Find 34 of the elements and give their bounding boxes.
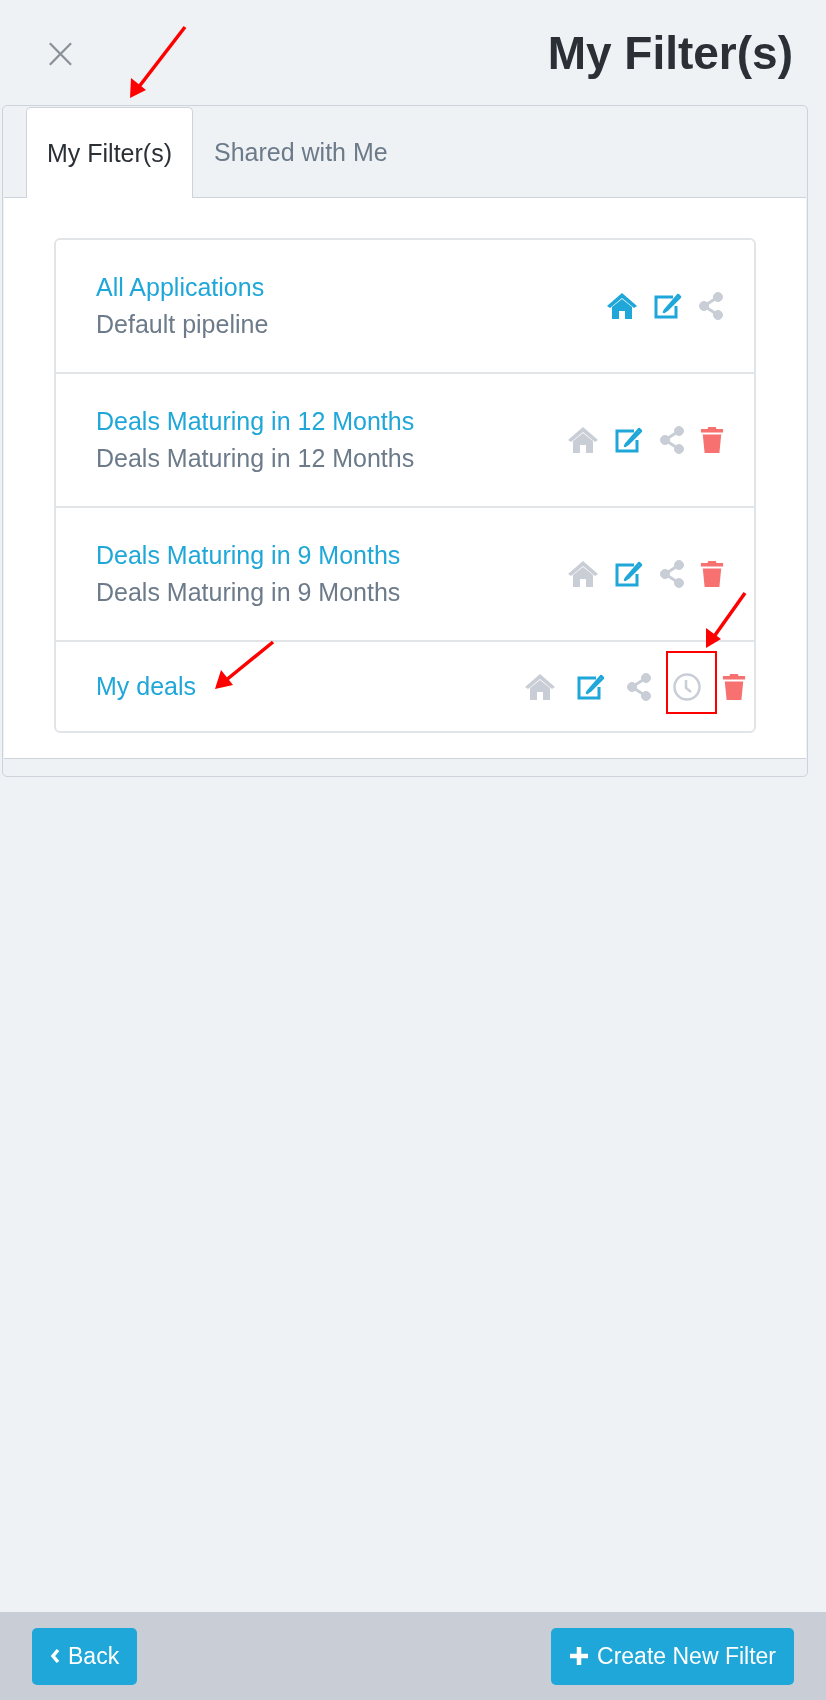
close-button[interactable]: × [36,30,85,75]
filter-description: Deals Maturing in 12 Months [96,444,415,473]
share-icon[interactable] [698,292,724,320]
back-button[interactable]: Back [32,1627,138,1685]
trash-icon[interactable] [700,560,724,588]
chevron-left-icon [50,1648,60,1664]
clock-icon[interactable] [672,671,702,702]
home-icon[interactable] [567,426,599,454]
filter-description: Deals Maturing in 9 Months [96,578,401,607]
edit-icon[interactable] [653,292,683,320]
page-title: My Filter(s) [547,25,793,80]
tab[interactable]: My Filter(s) [26,107,193,198]
trash-icon[interactable] [700,426,724,454]
create-filter-button[interactable]: Create New Filter [551,1627,794,1685]
filter-link[interactable]: All Applications [96,273,269,302]
home-icon[interactable] [567,560,599,588]
tab[interactable]: Shared with Me [193,106,409,197]
filter-link[interactable]: Deals Maturing in 9 Months [96,541,401,570]
home-icon[interactable] [524,672,556,701]
trash-icon[interactable] [722,672,746,701]
plus-icon [569,1646,590,1666]
share-icon[interactable] [626,672,652,701]
filter-link[interactable]: Deals Maturing in 12 Months [96,407,415,436]
filter-link[interactable]: My deals [96,672,197,701]
share-icon[interactable] [659,560,685,588]
edit-icon[interactable] [614,560,644,588]
share-icon[interactable] [659,426,685,454]
home-icon[interactable] [606,292,638,320]
filter-description: Default pipeline [96,310,269,339]
annotation-arrow [215,640,275,689]
edit-icon[interactable] [614,426,644,454]
edit-icon[interactable] [576,672,606,701]
annotation-arrow [706,592,747,648]
highlight-box [666,651,717,714]
